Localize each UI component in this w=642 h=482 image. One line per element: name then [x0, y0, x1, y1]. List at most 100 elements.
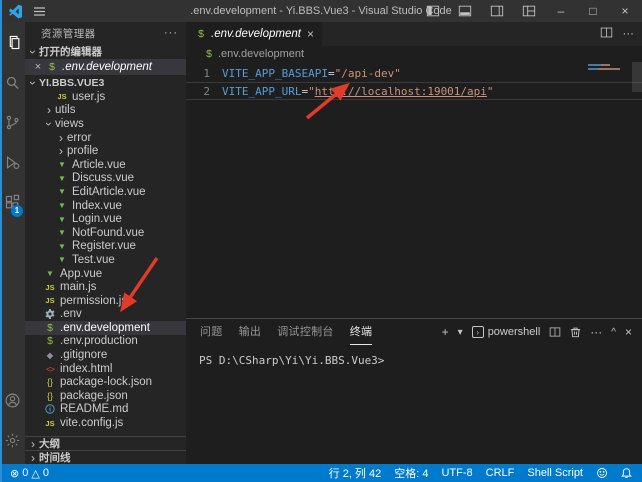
terminal-prompt: PS D:\CSharp\Yi\Yi.BBS.Vue3>: [199, 354, 384, 367]
outline-section[interactable]: › 大纲: [25, 436, 186, 450]
views-more-actions-icon[interactable]: ···: [164, 27, 178, 39]
close-icon[interactable]: ×: [31, 61, 45, 73]
close-panel-icon[interactable]: ×: [625, 325, 632, 339]
maximize-panel-icon[interactable]: ^: [611, 327, 616, 338]
account-icon[interactable]: [0, 380, 25, 420]
open-editor-item[interactable]: × $ .env.development: [25, 59, 186, 75]
source-control-icon[interactable]: [0, 102, 25, 142]
settings-gear-icon[interactable]: [0, 420, 25, 460]
open-editors-section[interactable]: › 打开的编辑器: [25, 44, 186, 59]
tree-item-package-lock.json[interactable]: {}package-lock.json: [25, 375, 186, 389]
tree-item-permission.js[interactable]: JSpermission.js: [25, 294, 186, 308]
tree-item-label: views: [55, 118, 84, 130]
tree-item-NotFound.vue[interactable]: ▼NotFound.vue: [25, 226, 186, 240]
panel-more-actions-icon[interactable]: ···: [590, 325, 602, 339]
problems-status[interactable]: ⊗ 0 △ 0: [10, 467, 49, 480]
panel-tab-问题[interactable]: 问题: [200, 320, 223, 345]
editor-more-actions-icon[interactable]: ···: [623, 28, 635, 40]
tree-item-Register.vue[interactable]: ▼Register.vue: [25, 240, 186, 254]
tree-item-error[interactable]: ›error: [25, 131, 186, 145]
tree-item-.gitignore[interactable]: ◆.gitignore: [25, 348, 186, 362]
tree-item-README.md[interactable]: iREADME.md: [25, 403, 186, 417]
tree-item-label: App.vue: [60, 268, 102, 280]
quote: ": [308, 85, 315, 98]
bottom-panel: 问题输出调试控制台终端 + ▾ › powershell ··· ^: [186, 318, 642, 464]
tree-item-vite.config.js[interactable]: JSvite.config.js: [25, 416, 186, 430]
extensions-icon[interactable]: 1: [0, 182, 25, 222]
tree-item-Index.vue[interactable]: ▼Index.vue: [25, 199, 186, 213]
panel-tab-调试控制台[interactable]: 调试控制台: [277, 320, 334, 345]
language-mode[interactable]: Shell Script: [527, 467, 583, 479]
js-file-icon: JS: [43, 296, 57, 305]
tree-item-Discuss.vue[interactable]: ▼Discuss.vue: [25, 172, 186, 186]
tree-item-views[interactable]: ›views: [25, 117, 186, 131]
cursor-position[interactable]: 行 2, 列 42: [329, 465, 382, 481]
chevron-right-icon: ›: [43, 105, 55, 115]
explorer-icon[interactable]: [0, 22, 25, 62]
notifications-bell-icon[interactable]: [621, 467, 632, 479]
new-terminal-icon[interactable]: +: [442, 325, 449, 339]
toggle-primary-sidebar-icon[interactable]: [420, 1, 446, 21]
tree-item-profile[interactable]: ›profile: [25, 144, 186, 158]
split-editor-icon[interactable]: [600, 26, 613, 42]
editor-scrollbar[interactable]: [632, 62, 642, 92]
search-icon[interactable]: [0, 62, 25, 102]
tree-item-utils[interactable]: ›utils: [25, 104, 186, 118]
toggle-secondary-sidebar-icon[interactable]: [484, 1, 510, 21]
panel-tab-输出[interactable]: 输出: [239, 320, 262, 345]
tree-item-package.json[interactable]: {}package.json: [25, 389, 186, 403]
tree-item-Article.vue[interactable]: ▼Article.vue: [25, 158, 186, 172]
sidebar-title: 资源管理器: [41, 26, 96, 41]
eol-sequence[interactable]: CRLF: [486, 467, 515, 479]
assign-operator: =: [328, 67, 335, 80]
tree-item-EditArticle.vue[interactable]: ▼EditArticle.vue: [25, 185, 186, 199]
terminal-dropdown-icon[interactable]: ▾: [458, 327, 463, 338]
shell-selector[interactable]: › powershell: [472, 326, 541, 338]
tree-item-main.js[interactable]: JSmain.js: [25, 280, 186, 294]
tree-item-.env[interactable]: .env: [25, 308, 186, 322]
split-terminal-icon[interactable]: [549, 326, 561, 338]
panel-tab-终端[interactable]: 终端: [350, 320, 373, 345]
tree-item-Test.vue[interactable]: ▼Test.vue: [25, 253, 186, 267]
minimize-button[interactable]: –: [548, 1, 574, 21]
title-bar: .env.development - Yi.BBS.Vue3 - Visual …: [0, 0, 642, 22]
tree-item-Login.vue[interactable]: ▼Login.vue: [25, 212, 186, 226]
tree-item-label: .env: [60, 308, 82, 320]
tab-env-development[interactable]: $ .env.development ×: [186, 22, 322, 46]
env-key: VITE_APP_BASEAPI: [222, 67, 328, 80]
indentation[interactable]: 空格: 4: [394, 465, 428, 481]
timeline-section[interactable]: › 时间线: [25, 450, 186, 464]
maximize-button[interactable]: □: [580, 1, 606, 21]
tree-item-.env.production[interactable]: $.env.production: [25, 335, 186, 349]
kill-terminal-icon[interactable]: [570, 326, 581, 338]
tree-item-App.vue[interactable]: ▼App.vue: [25, 267, 186, 281]
feedback-icon[interactable]: [596, 467, 608, 479]
project-root-section[interactable]: › YI.BBS.VUE3: [25, 75, 186, 90]
url-link[interactable]: http://localhost:19001/api: [315, 85, 487, 98]
assign-operator: =: [301, 85, 308, 98]
vue-file-icon: ▼: [55, 174, 69, 183]
run-debug-icon[interactable]: [0, 142, 25, 182]
error-icon: ⊗: [10, 467, 19, 480]
shell-file-icon: $: [43, 335, 57, 347]
chevron-right-icon: ›: [55, 133, 67, 143]
info-file-icon: i: [43, 404, 57, 414]
encoding[interactable]: UTF-8: [441, 467, 472, 479]
customize-layout-icon[interactable]: [516, 1, 542, 21]
close-window-button[interactable]: ×: [612, 1, 638, 21]
project-root-label: YI.BBS.VUE3: [39, 77, 104, 89]
activity-bar: 1: [0, 22, 25, 464]
chevron-down-icon: ›: [28, 46, 38, 58]
breadcrumb[interactable]: $ .env.development: [186, 46, 642, 62]
tree-item-index.html[interactable]: <>index.html: [25, 362, 186, 376]
tree-item-user.js[interactable]: JSuser.js: [25, 90, 186, 104]
tab-close-icon[interactable]: ×: [307, 27, 314, 41]
terminal[interactable]: PS D:\CSharp\Yi\Yi.BBS.Vue3>: [186, 345, 642, 367]
code-editor[interactable]: 1 VITE_APP_BASEAPI="/api-dev" 2 VITE_APP…: [186, 62, 642, 318]
menu-icon[interactable]: [33, 5, 49, 18]
line-number: 2: [186, 85, 210, 98]
tree-item-.env.development[interactable]: $.env.development: [25, 321, 186, 335]
minimap[interactable]: [588, 64, 628, 72]
breadcrumb-file[interactable]: .env.development: [218, 48, 304, 60]
toggle-panel-icon[interactable]: [452, 1, 478, 21]
